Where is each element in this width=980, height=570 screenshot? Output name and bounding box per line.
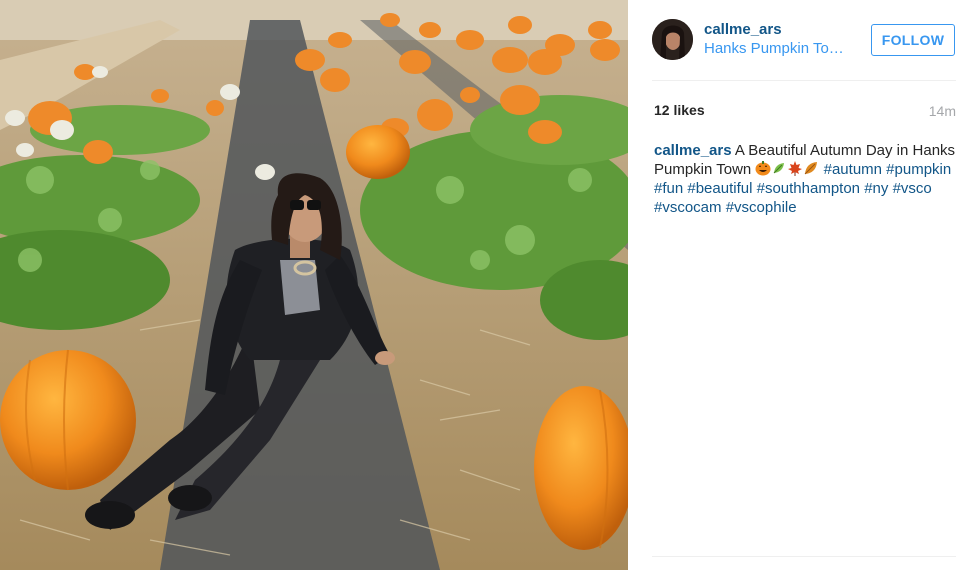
follow-button[interactable]: FOLLOW [871,24,955,56]
avatar[interactable] [652,19,693,60]
post-header: callme_ars Hanks Pumpkin To… FOLLOW [628,0,980,80]
likes-count[interactable]: 12 likes [654,102,705,118]
location-link[interactable]: Hanks Pumpkin To… [704,40,844,57]
divider [652,556,956,557]
post-photo[interactable] [0,0,628,570]
jack-o-lantern-icon [755,161,771,176]
pumpkin-patch-image [0,0,628,570]
hashtag-link[interactable]: #pumpkin [886,161,951,178]
fallen-leaf-icon [805,162,818,175]
maple-leaf-icon [788,161,803,176]
post-caption: callme_ars A Beautiful Autumn Day in Han… [654,141,958,217]
timestamp[interactable]: 14m [929,103,956,119]
caption-username-link[interactable]: callme_ars [654,142,732,159]
hashtag-link[interactable]: #autumn [824,161,882,178]
avatar-image [652,19,693,60]
hashtag-link[interactable]: #vscophile [726,199,797,216]
hashtag-link[interactable]: #southhampton [757,180,860,197]
herb-icon [774,163,785,174]
post-sidebar: callme_ars Hanks Pumpkin To… FOLLOW 12 l… [628,0,980,570]
hashtag-link[interactable]: #fun [654,180,683,197]
hashtag-link[interactable]: #beautiful [687,180,752,197]
divider [652,80,956,81]
hashtag-link[interactable]: #vsco [893,180,932,197]
hashtag-link[interactable]: #vscocam [654,199,722,216]
hashtag-link[interactable]: #ny [864,180,888,197]
username-link[interactable]: callme_ars [704,21,782,38]
